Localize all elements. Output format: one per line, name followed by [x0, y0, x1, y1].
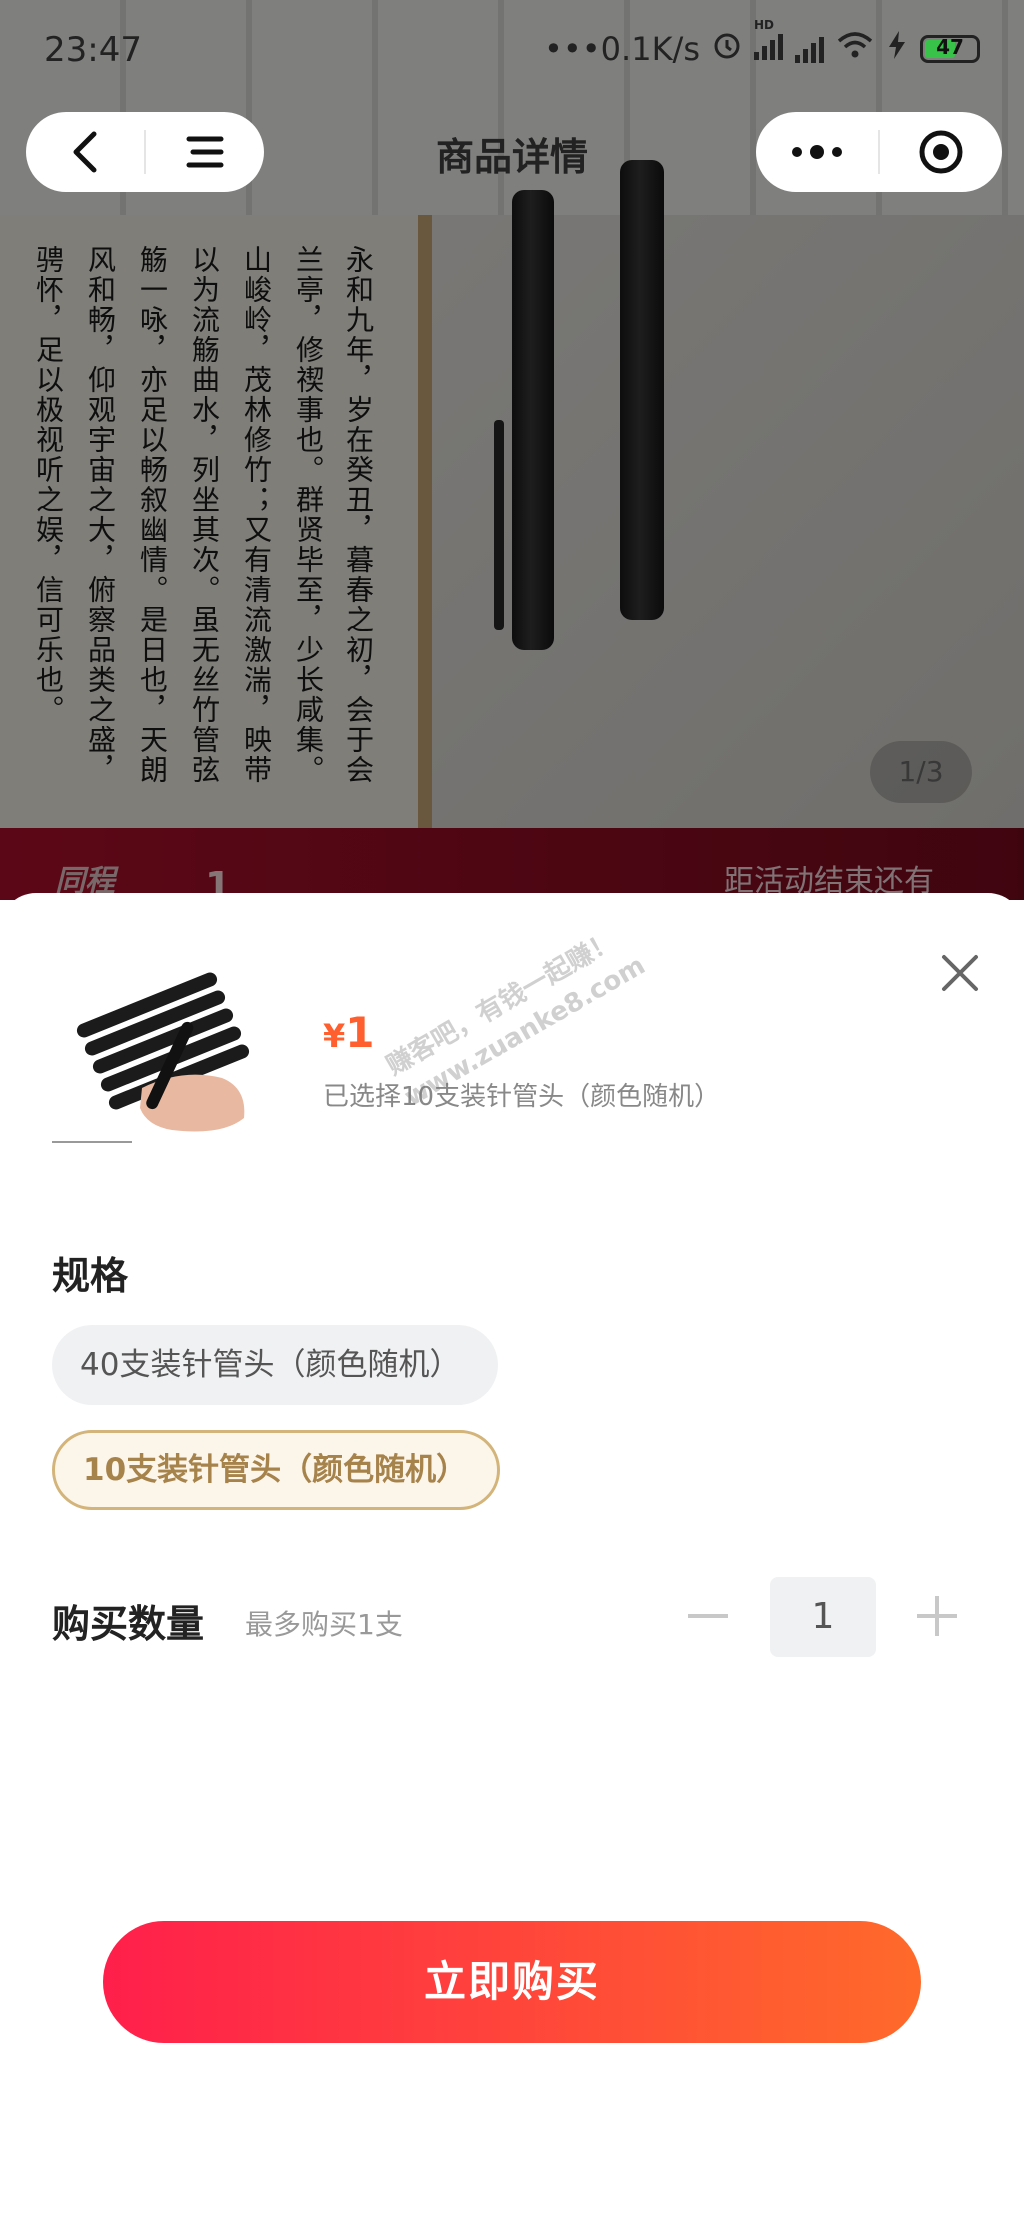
quantity-increase-button[interactable]: [912, 1591, 962, 1641]
nav-capsule-right: [756, 112, 1002, 192]
alarm-icon: [712, 30, 742, 68]
product-thumbnail: [52, 958, 267, 1143]
battery-level: 47: [936, 35, 964, 59]
more-icon: [792, 145, 842, 159]
battery-icon: 47: [920, 35, 980, 63]
plus-icon: [917, 1596, 957, 1636]
network-speed: •••0.1K/s: [544, 30, 700, 68]
thumbnail-divider: [52, 1141, 132, 1143]
price-value: 1: [345, 1008, 375, 1057]
sku-selector-sheet: ¥1 已选择10支装针管头（颜色随机） 赚客吧，有钱一起赚！ www.zuank…: [0, 893, 1024, 2219]
selected-spec-text: 已选择10支装针管头（颜色随机）: [323, 1082, 721, 1112]
status-time: 23:47: [44, 30, 142, 70]
pens-in-hand-image: [76, 972, 250, 1132]
exit-miniprogram-button[interactable]: [880, 112, 1002, 192]
price: ¥1: [323, 1008, 375, 1057]
signal-icon: HD: [754, 18, 783, 68]
close-button[interactable]: [930, 943, 990, 1003]
spec-title: 规格: [52, 1254, 129, 1298]
buy-now-button[interactable]: 立即购买: [103, 1921, 921, 2043]
quantity-title: 购买数量: [52, 1602, 205, 1646]
quantity-decrease-button[interactable]: [683, 1591, 733, 1641]
minus-icon: [688, 1614, 728, 1618]
signal-icon: [795, 35, 824, 63]
close-icon: [942, 955, 978, 991]
spec-option[interactable]: 40支装针管头（颜色随机）: [52, 1325, 498, 1405]
wifi-icon: [836, 30, 874, 68]
spec-option-selected[interactable]: 10支装针管头（颜色随机）: [52, 1430, 500, 1510]
charging-icon: [886, 30, 908, 68]
more-button[interactable]: [756, 112, 878, 192]
quantity-limit: 最多购买1支: [245, 1608, 403, 1641]
quantity-input[interactable]: 1: [770, 1577, 876, 1657]
status-icons: •••0.1K/s HD 47: [544, 18, 980, 68]
price-symbol: ¥: [323, 1017, 346, 1055]
nav-bar: 商品详情: [0, 100, 1024, 215]
target-icon: [919, 130, 963, 174]
status-bar: 23:47 •••0.1K/s HD 47: [0, 0, 1024, 100]
hd-label: HD: [754, 18, 775, 32]
